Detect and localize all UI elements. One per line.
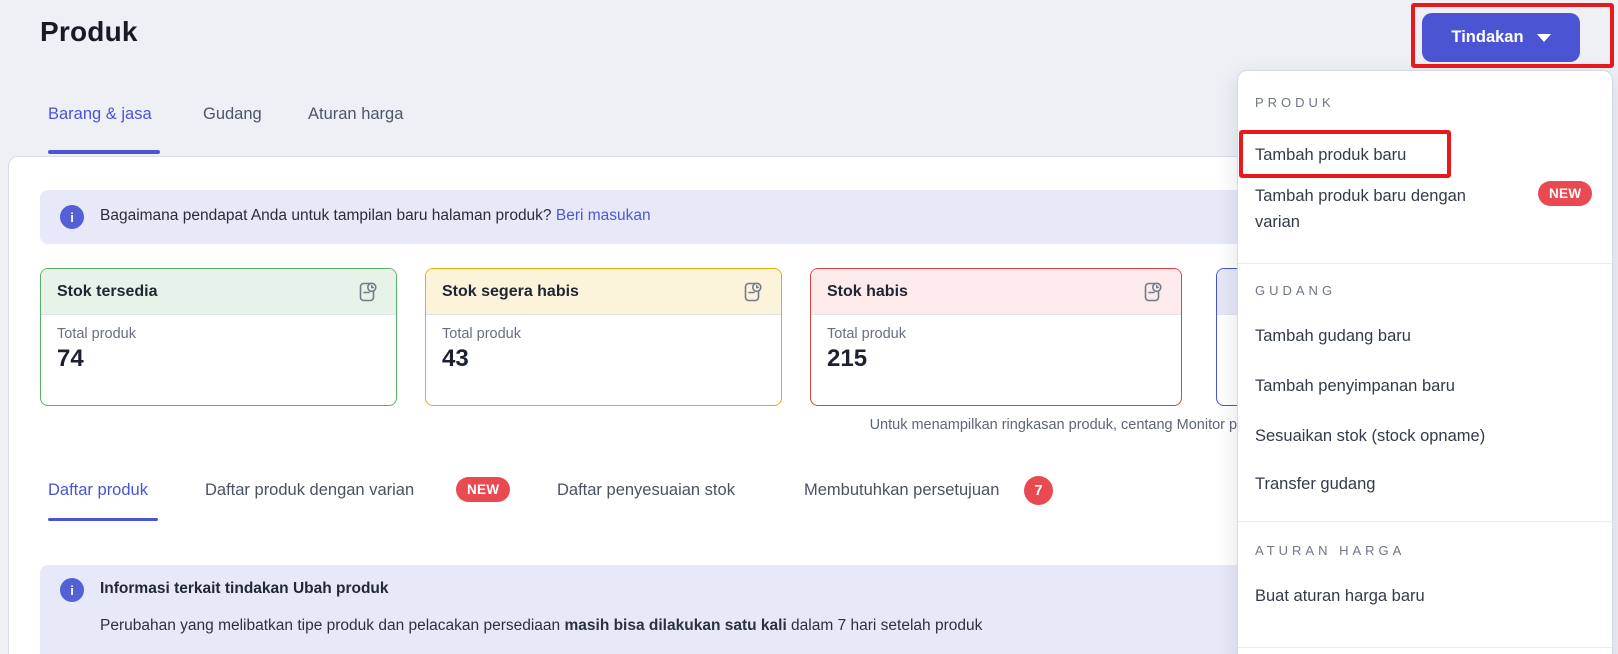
card-label: Total produk — [57, 326, 380, 342]
monitor-note: Untuk menampilkan ringkasan produk, cent… — [400, 417, 1250, 433]
edit-info-body: Perubahan yang melibatkan tipe produk da… — [100, 617, 982, 635]
tab-barang-jasa[interactable]: Barang & jasa — [48, 105, 152, 124]
menu-divider — [1238, 647, 1612, 648]
caret-down-icon — [1537, 34, 1551, 42]
edit-info-text: Perubahan yang melibatkan tipe produk da… — [100, 617, 564, 634]
tindakan-button[interactable]: Tindakan — [1422, 13, 1580, 62]
menu-item-tambah-produk-baru[interactable]: Tambah produk baru — [1255, 135, 1406, 175]
menu-section-gudang: GUDANG — [1255, 283, 1336, 298]
menu-divider — [1238, 263, 1612, 264]
card-title: Stok tersedia — [57, 283, 157, 301]
stock-report-icon[interactable] — [356, 280, 380, 304]
info-icon: i — [60, 578, 84, 602]
card-title: Stok segera habis — [442, 283, 579, 301]
feedback-text: Bagaimana pendapat Anda untuk tampilan b… — [100, 207, 552, 224]
menu-item-tambah-produk-varian[interactable]: Tambah produk baru dengan varian — [1255, 183, 1510, 235]
new-badge: NEW — [1538, 181, 1592, 206]
card-stok-tersedia: Stok tersedia Total produk 74 — [40, 268, 397, 406]
stock-report-icon[interactable] — [741, 280, 765, 304]
menu-item-buat-aturan-harga[interactable]: Buat aturan harga baru — [1255, 583, 1425, 609]
approval-count-badge: 7 — [1024, 476, 1053, 505]
tab-gudang[interactable]: Gudang — [203, 105, 262, 124]
tab-membutuhkan-persetujuan[interactable]: Membutuhkan persetujuan — [804, 481, 999, 500]
tab-daftar-produk-varian[interactable]: Daftar produk dengan varian — [205, 481, 414, 500]
tab-daftar-penyesuaian-stok[interactable]: Daftar penyesuaian stok — [557, 481, 735, 500]
edit-info-text: dalam 7 hari setelah produk — [787, 617, 983, 634]
stock-report-icon[interactable] — [1141, 280, 1165, 304]
card-value: 74 — [57, 345, 380, 373]
card-label: Total produk — [442, 326, 765, 342]
menu-item-tambah-penyimpanan[interactable]: Tambah penyimpanan baru — [1255, 373, 1455, 399]
tab-daftar-produk[interactable]: Daftar produk — [48, 481, 148, 500]
info-icon: i — [60, 205, 84, 229]
edit-info-title: Informasi terkait tindakan Ubah produk — [100, 580, 389, 598]
edit-info-bold: masih bisa dilakukan satu kali — [564, 617, 786, 634]
card-value: 215 — [827, 345, 1165, 373]
feedback-link[interactable]: Beri masukan — [556, 207, 651, 224]
active-tab-underline — [48, 150, 160, 154]
card-stok-segera-habis: Stok segera habis Total produk 43 — [425, 268, 782, 406]
card-stok-habis: Stok habis Total produk 215 — [810, 268, 1182, 406]
menu-section-aturan-harga: ATURAN HARGA — [1255, 543, 1405, 558]
new-badge: NEW — [456, 477, 510, 502]
tab-aturan-harga[interactable]: Aturan harga — [308, 105, 403, 124]
page-title: Produk — [40, 16, 138, 48]
menu-item-transfer-gudang[interactable]: Transfer gudang — [1255, 471, 1375, 497]
tindakan-label: Tindakan — [1451, 28, 1523, 47]
card-title: Stok habis — [827, 283, 908, 301]
active-subtab-underline — [48, 518, 158, 521]
menu-section-produk: PRODUK — [1255, 95, 1335, 110]
menu-divider — [1238, 521, 1612, 522]
card-value: 43 — [442, 345, 765, 373]
product-page: Produk Barang & jasa Gudang Aturan harga… — [0, 0, 1618, 654]
card-label: Total produk — [827, 326, 1165, 342]
feedback-banner-text: Bagaimana pendapat Anda untuk tampilan b… — [100, 207, 651, 225]
menu-item-sesuaikan-stok[interactable]: Sesuaikan stok (stock opname) — [1255, 423, 1485, 449]
menu-item-tambah-gudang[interactable]: Tambah gudang baru — [1255, 323, 1411, 349]
tindakan-dropdown-menu: PRODUK Tambah produk baru Tambah produk … — [1237, 70, 1613, 654]
